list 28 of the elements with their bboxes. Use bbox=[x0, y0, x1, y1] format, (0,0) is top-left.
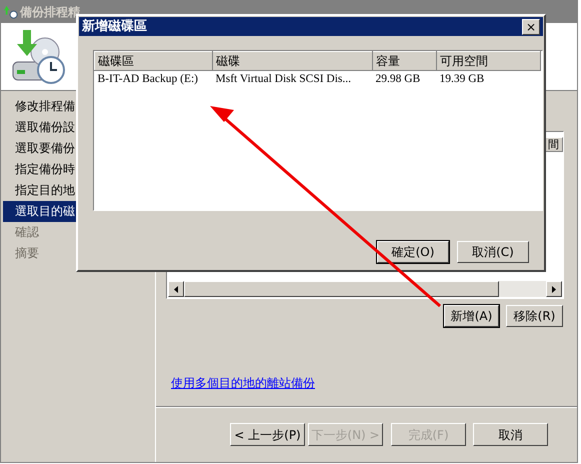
wizard-nav-button[interactable]: < 上一步(P) bbox=[230, 423, 305, 446]
list-button[interactable]: 新增(A) bbox=[444, 305, 499, 327]
table-cell: B-IT-AD Backup (E:) bbox=[94, 70, 212, 88]
dialog-button[interactable]: 確定(O) bbox=[377, 241, 449, 263]
table-cell: 29.98 GB bbox=[372, 70, 436, 88]
table-cell: 19.39 GB bbox=[436, 70, 540, 88]
wizard-step: 摘要 bbox=[3, 243, 153, 264]
wizard-step: 修改排程備 bbox=[3, 96, 153, 117]
offsite-backup-link[interactable]: 使用多個目的地的離站備份 bbox=[171, 374, 315, 392]
scroll-left-icon[interactable] bbox=[174, 286, 178, 292]
scroll-right-icon[interactable] bbox=[552, 286, 556, 292]
dialog-title: 新增磁碟區 bbox=[82, 18, 147, 36]
horizontal-scrollbar[interactable] bbox=[168, 281, 562, 297]
wizard-nav-button[interactable]: 取消 bbox=[473, 423, 548, 446]
dialog-button[interactable]: 取消(C) bbox=[457, 241, 529, 263]
wizard-step: 選取要備份 bbox=[3, 138, 153, 159]
table-cell: Msft Virtual Disk SCSI Dis... bbox=[212, 70, 372, 88]
column-header[interactable]: 磁碟區 bbox=[94, 52, 212, 70]
close-button[interactable]: × bbox=[522, 18, 540, 34]
wizard-step: 選取備份設 bbox=[3, 117, 153, 138]
wizard-step: 指定目的地 bbox=[3, 180, 153, 201]
wizard-step: 指定備份時 bbox=[3, 159, 153, 180]
column-header[interactable]: 可用空間 bbox=[436, 52, 540, 70]
column-header[interactable]: 容量 bbox=[372, 52, 436, 70]
wizard-step: 確認 bbox=[3, 222, 153, 243]
list-button[interactable]: 移除(R) bbox=[506, 305, 563, 327]
column-header[interactable]: 磁碟 bbox=[212, 52, 372, 70]
wizard-icon bbox=[4, 5, 18, 19]
